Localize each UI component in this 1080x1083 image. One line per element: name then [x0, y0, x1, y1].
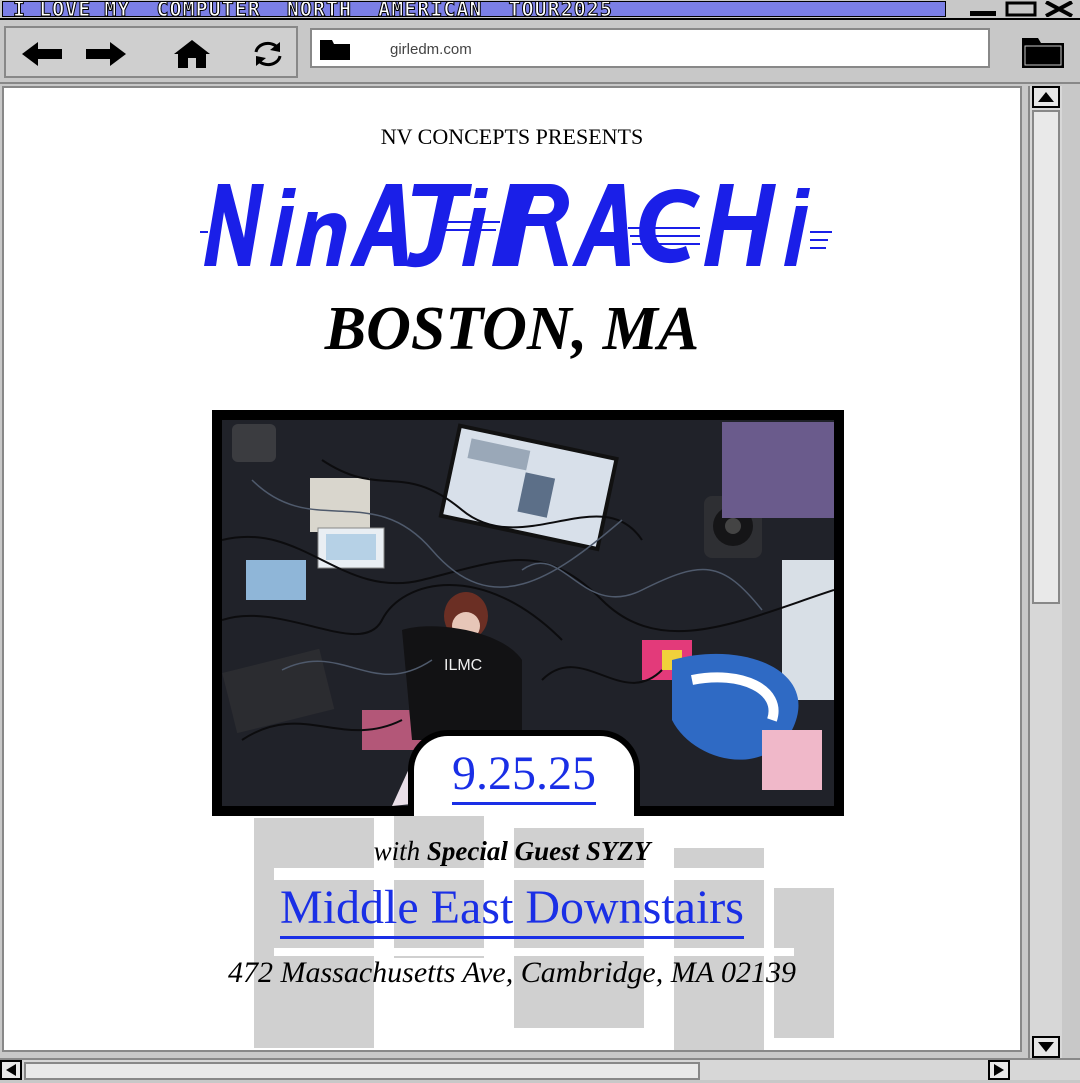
horizontal-scroll-thumb[interactable] — [24, 1062, 700, 1080]
refresh-icon — [254, 41, 282, 67]
triangle-left-icon — [6, 1064, 16, 1076]
maximize-button[interactable] — [1004, 1, 1038, 17]
svg-text:ILMC: ILMC — [444, 657, 482, 674]
arrow-left-icon — [22, 42, 62, 66]
scroll-up-button[interactable] — [1032, 86, 1060, 108]
arrow-right-icon — [86, 42, 126, 66]
window-title: I_LOVE_MY__COMPUTER__NORTH__AMERICAN__TO… — [13, 1, 613, 17]
browser-toolbar — [0, 22, 1080, 84]
page-content: NV CONCEPTS PRESENTS BOSTON, MA ILMC 9.2… — [2, 86, 1022, 1052]
venue-line: Middle East Downstairs — [4, 880, 1020, 939]
home-icon — [174, 40, 210, 68]
venue-link[interactable]: Middle East Downstairs — [280, 880, 744, 939]
title-bar-fill: I_LOVE_MY__COMPUTER__NORTH__AMERICAN__TO… — [2, 1, 946, 17]
forward-button[interactable] — [84, 38, 128, 70]
home-button[interactable] — [170, 38, 214, 70]
scroll-down-button[interactable] — [1032, 1036, 1060, 1058]
scroll-right-button[interactable] — [988, 1060, 1010, 1080]
triangle-down-icon — [1038, 1042, 1054, 1052]
title-bar: I_LOVE_MY__COMPUTER__NORTH__AMERICAN__TO… — [0, 0, 1080, 20]
triangle-right-icon — [994, 1064, 1004, 1076]
special-guest-line: with Special Guest SYZY — [4, 836, 1020, 867]
city-heading: BOSTON, MA — [324, 295, 700, 363]
maximize-icon — [1005, 1, 1037, 17]
minimize-button[interactable] — [966, 1, 1000, 17]
folder-icon[interactable] — [1022, 36, 1064, 68]
address-bar[interactable] — [310, 28, 990, 68]
venue-address: 472 Massachusetts Ave, Cambridge, MA 021… — [227, 956, 797, 989]
vertical-scrollbar[interactable] — [1028, 86, 1062, 1058]
guest-prefix: with — [373, 836, 421, 866]
back-button[interactable] — [20, 38, 64, 70]
vertical-scroll-thumb[interactable] — [1032, 110, 1060, 604]
refresh-button[interactable] — [246, 38, 290, 70]
minimize-icon — [970, 11, 996, 16]
close-icon — [1045, 0, 1073, 18]
scroll-left-button[interactable] — [0, 1060, 22, 1080]
event-date-tab: 9.25.25 — [408, 730, 640, 816]
special-guest-name: Special Guest SYZY — [426, 836, 651, 866]
navigation-group — [4, 26, 298, 78]
url-input[interactable] — [388, 34, 972, 64]
folder-icon — [320, 40, 350, 60]
triangle-up-icon — [1038, 92, 1054, 102]
artist-logo — [200, 184, 832, 268]
event-date-link[interactable]: 9.25.25 — [452, 746, 596, 805]
window-controls — [966, 0, 1076, 18]
horizontal-scrollbar[interactable] — [0, 1058, 1080, 1080]
presenter-text: NV CONCEPTS PRESENTS — [380, 124, 644, 149]
close-button[interactable] — [1042, 0, 1076, 18]
